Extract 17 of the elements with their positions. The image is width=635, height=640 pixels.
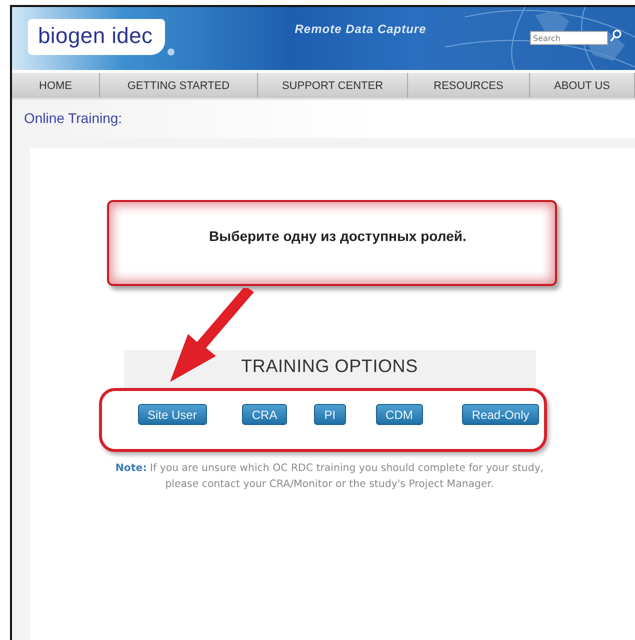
nav-item[interactable]: ABOUT US — [530, 73, 635, 98]
role-button[interactable]: Site User — [138, 404, 207, 425]
nav-item[interactable]: RESOURCES — [408, 73, 530, 98]
role-button[interactable]: Read-Only — [462, 404, 540, 425]
nav-item[interactable]: HOME — [12, 73, 100, 98]
role-button[interactable]: PI — [314, 404, 346, 425]
options-heading: TRAINING OPTIONS — [241, 356, 418, 377]
role-button[interactable]: CRA — [242, 404, 288, 425]
callout-box: Выберите одну из доступных ролей. — [107, 200, 557, 286]
search-icon[interactable] — [610, 29, 622, 43]
role-button[interactable]: CDM — [376, 404, 423, 425]
site-tagline: Remote Data Capture — [294, 22, 426, 36]
nav-item[interactable]: GETTING STARTED — [100, 73, 258, 98]
logo[interactable]: biogen idec — [28, 18, 165, 54]
nav-item[interactable]: SUPPORT CENTER — [258, 73, 408, 98]
search-field[interactable]: Search — [530, 31, 608, 45]
note-text: Note: If you are unsure which OC RDC training you should complete for your study, please contact your CRA/Monitor or the study's Project Manager. — [114, 462, 545, 492]
